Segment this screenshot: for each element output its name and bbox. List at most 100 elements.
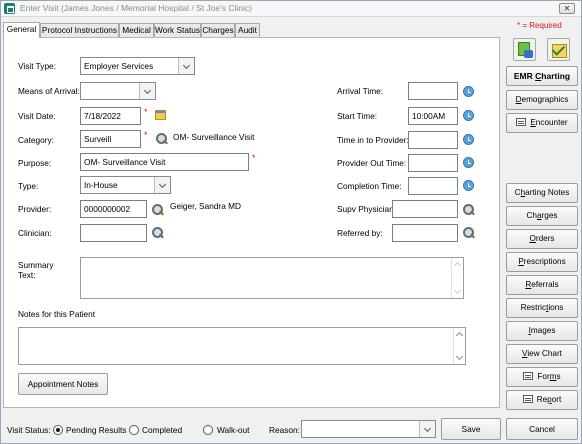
visit-date-field[interactable]: 7/18/2022 <box>80 107 141 125</box>
means-of-arrival-select[interactable] <box>80 82 156 100</box>
purpose-field[interactable]: OM- Surveillance Visit <box>80 153 249 171</box>
required-legend: * = Required <box>517 21 562 30</box>
completed-label[interactable]: Completed <box>142 425 182 435</box>
means-of-arrival-label: Means of Arrival: <box>18 86 80 96</box>
orders-button[interactable]: Orders <box>506 229 578 249</box>
required-marker: * <box>252 153 256 163</box>
visit-status-label: Visit Status: <box>7 425 51 435</box>
encounter-button[interactable]: Encounter <box>506 113 578 133</box>
clinician-label: Clinician: <box>18 228 52 238</box>
search-icon[interactable] <box>463 227 475 239</box>
window-title: Enter Visit (James Jones / Memorial Hosp… <box>20 3 252 13</box>
report-button[interactable]: Report <box>506 390 578 410</box>
clock-icon[interactable] <box>463 134 474 145</box>
clock-icon[interactable] <box>463 110 474 121</box>
search-icon[interactable] <box>152 227 164 239</box>
pending-results-radio[interactable] <box>53 425 63 435</box>
scroll-up-icon[interactable] <box>455 331 464 340</box>
appointment-notes-button[interactable]: Appointment Notes <box>18 373 108 395</box>
title-bar: Enter Visit (James Jones / Memorial Hosp… <box>1 1 581 17</box>
summary-label-line1: Summary <box>18 260 54 270</box>
walk-out-radio[interactable] <box>203 425 213 435</box>
notes-for-patient-label: Notes for this Patient <box>18 309 96 319</box>
scroll-down-icon[interactable] <box>455 352 464 361</box>
charges-button[interactable]: Charges <box>506 206 578 226</box>
visit-type-select[interactable]: Employer Services <box>80 57 195 75</box>
provider-out-time-field[interactable] <box>408 154 458 172</box>
completed-radio[interactable] <box>129 425 139 435</box>
visit-date-label: Visit Date: <box>18 111 56 121</box>
search-icon[interactable] <box>152 204 164 216</box>
chevron-down-icon <box>139 83 155 99</box>
supv-physician-label: Supv Physician: <box>337 204 397 214</box>
referrals-button[interactable]: Referrals <box>506 275 578 295</box>
required-marker: * <box>144 130 148 140</box>
reason-label: Reason: <box>269 425 300 435</box>
visit-type-label: Visit Type: <box>18 61 56 71</box>
clock-icon[interactable] <box>463 180 474 191</box>
tab-charges[interactable]: Charges <box>201 23 235 37</box>
view-chart-button[interactable]: View Chart <box>506 344 578 364</box>
prescriptions-button[interactable]: Prescriptions <box>506 252 578 272</box>
completion-time-field[interactable] <box>408 177 458 195</box>
time-in-to-provider-field[interactable] <box>408 131 458 149</box>
walk-out-label[interactable]: Walk-out <box>217 425 249 435</box>
reason-select[interactable] <box>301 420 436 438</box>
close-icon[interactable]: ✕ <box>559 3 575 14</box>
tab-general[interactable]: General <box>3 22 40 38</box>
search-icon[interactable] <box>463 204 475 216</box>
images-button[interactable]: Images <box>506 321 578 341</box>
summary-text-area[interactable] <box>80 257 464 299</box>
notes-for-patient-area[interactable] <box>18 327 466 365</box>
charting-notes-button[interactable]: Charting Notes <box>506 183 578 203</box>
emr-charting-button[interactable]: EMR Charting <box>506 66 578 86</box>
tab-medical[interactable]: Medical <box>119 23 154 37</box>
referred-by-field[interactable] <box>392 224 458 242</box>
emr-icon[interactable] <box>513 38 536 61</box>
clock-icon[interactable] <box>463 157 474 168</box>
clinician-field[interactable] <box>80 224 147 242</box>
demographics-button[interactable]: Demographics <box>506 90 578 110</box>
search-icon[interactable] <box>156 133 168 145</box>
cancel-button[interactable]: Cancel <box>506 418 578 440</box>
general-panel: Visit Type: Employer Services Means of A… <box>3 37 500 408</box>
restrictions-button[interactable]: Restrictions <box>506 298 578 318</box>
category-description: OM- Surveillance Visit <box>173 132 255 142</box>
tab-work-status[interactable]: Work Status <box>154 23 201 37</box>
enter-visit-window: Enter Visit (James Jones / Memorial Hosp… <box>0 0 582 444</box>
start-time-label: Start Time: <box>337 111 378 121</box>
provider-name: Geiger, Sandra MD <box>170 201 242 211</box>
checklist-icon[interactable] <box>547 38 570 61</box>
category-field[interactable]: Surveill <box>80 130 141 148</box>
start-time-field[interactable]: 10:00AM <box>408 107 458 125</box>
scroll-down-icon[interactable] <box>453 286 462 295</box>
type-label: Type: <box>18 181 39 191</box>
forms-button[interactable]: Forms <box>506 367 578 387</box>
printer-icon <box>523 372 534 380</box>
pending-results-label[interactable]: Pending Results <box>66 425 126 435</box>
arrival-time-field[interactable] <box>408 82 458 100</box>
type-select[interactable]: In-House <box>80 176 171 194</box>
completion-time-label: Completion Time: <box>337 181 402 191</box>
chevron-down-icon <box>154 177 170 193</box>
save-button[interactable]: Save <box>441 418 501 440</box>
provider-label: Provider: <box>18 204 52 214</box>
chevron-down-icon <box>178 58 194 74</box>
tab-protocol-instructions[interactable]: Protocol Instructions <box>40 23 119 37</box>
tab-audit[interactable]: Audit <box>235 23 260 37</box>
referred-by-label: Referred by: <box>337 228 383 238</box>
summary-label-line2: Text: <box>18 270 36 280</box>
notes-scrollbar[interactable] <box>453 328 465 364</box>
scroll-up-icon[interactable] <box>453 261 462 270</box>
clock-icon[interactable] <box>463 86 474 97</box>
provider-out-time-label: Provider Out Time: <box>337 158 407 168</box>
calendar-icon[interactable] <box>155 110 166 120</box>
provider-field[interactable]: 0000000002 <box>80 200 147 218</box>
supv-physician-field[interactable] <box>392 200 458 218</box>
summary-scrollbar[interactable] <box>451 258 463 298</box>
time-in-to-provider-label: Time in to Provider: <box>337 135 409 145</box>
app-icon <box>4 3 15 14</box>
printer-icon <box>516 118 527 126</box>
arrival-time-label: Arrival Time: <box>337 86 384 96</box>
category-label: Category: <box>18 135 54 145</box>
